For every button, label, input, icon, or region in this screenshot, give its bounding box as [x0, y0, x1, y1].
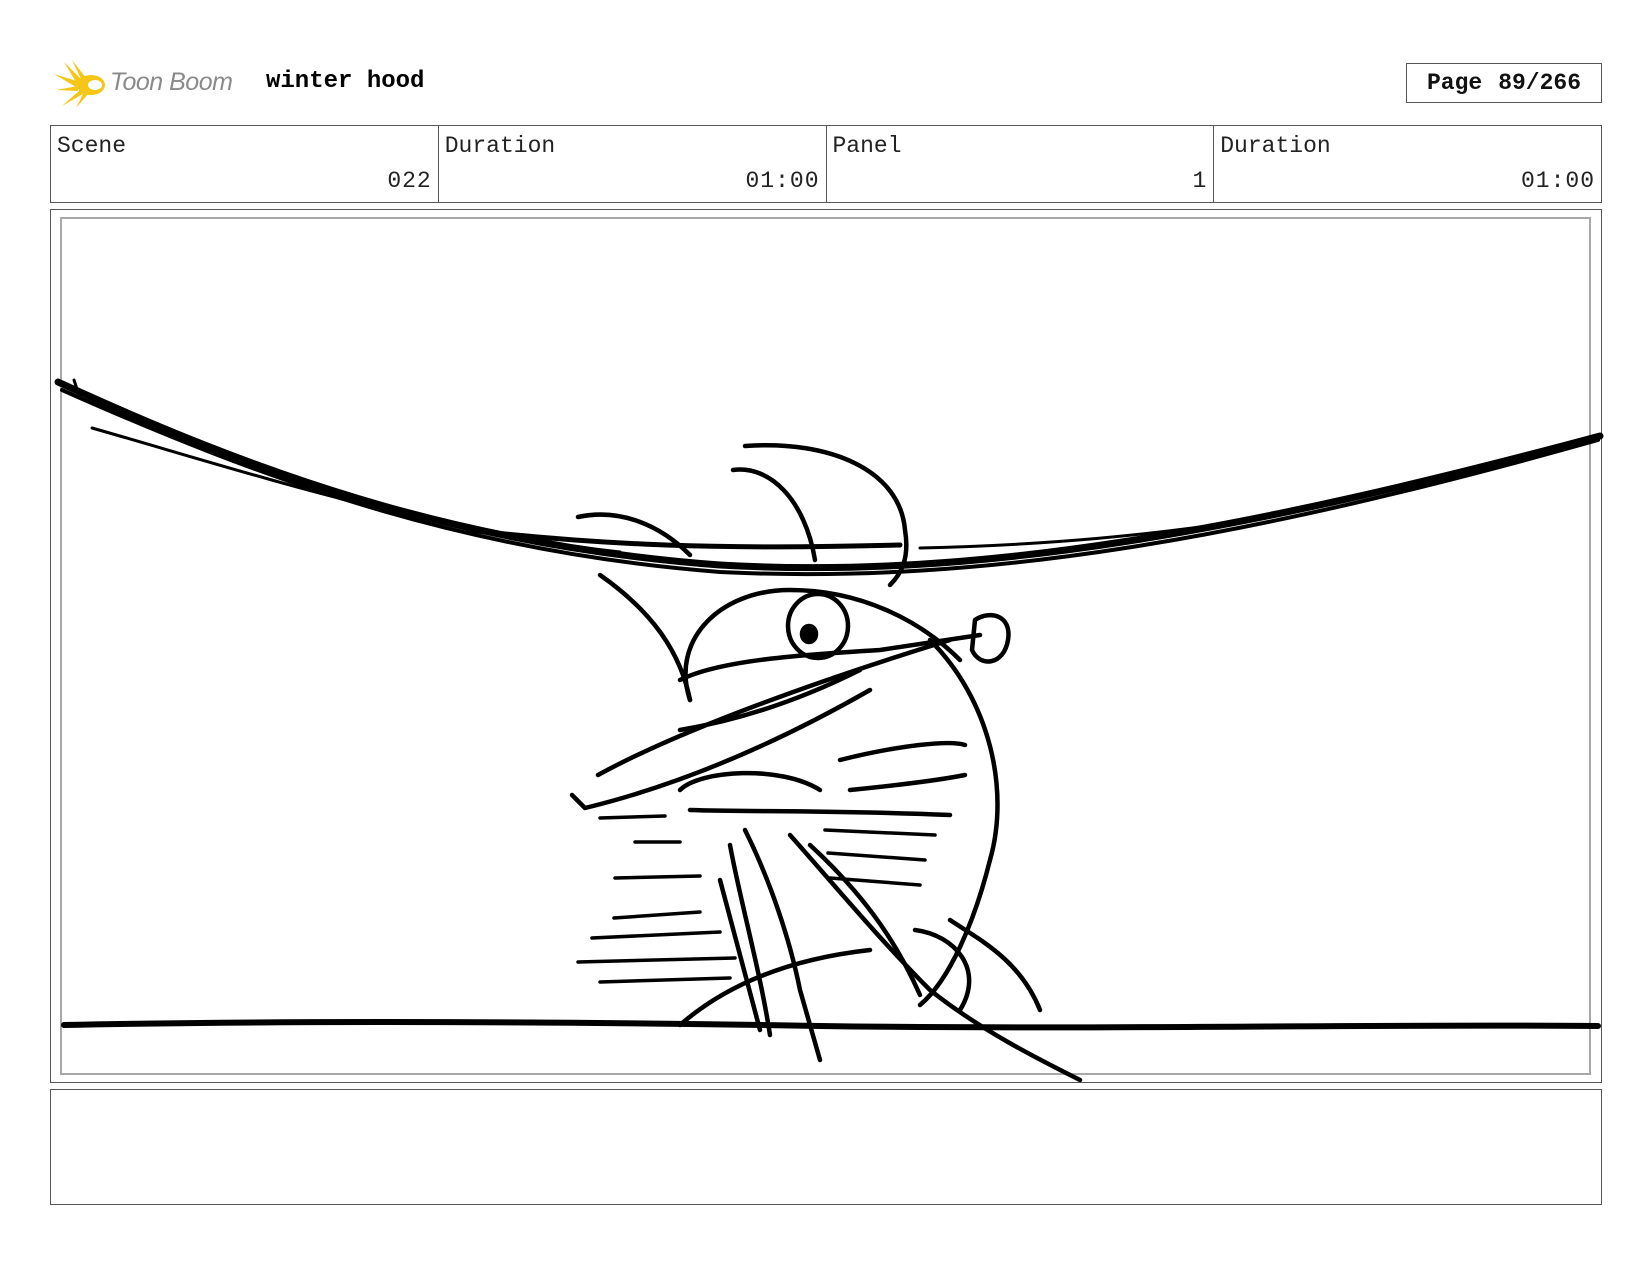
- storyboard-sketch: [54, 378, 1604, 1083]
- branch-line: [54, 378, 1604, 577]
- character-sketch: [569, 443, 1083, 1083]
- panel-notes: [50, 1089, 1602, 1205]
- ground-line: [61, 1019, 1601, 1031]
